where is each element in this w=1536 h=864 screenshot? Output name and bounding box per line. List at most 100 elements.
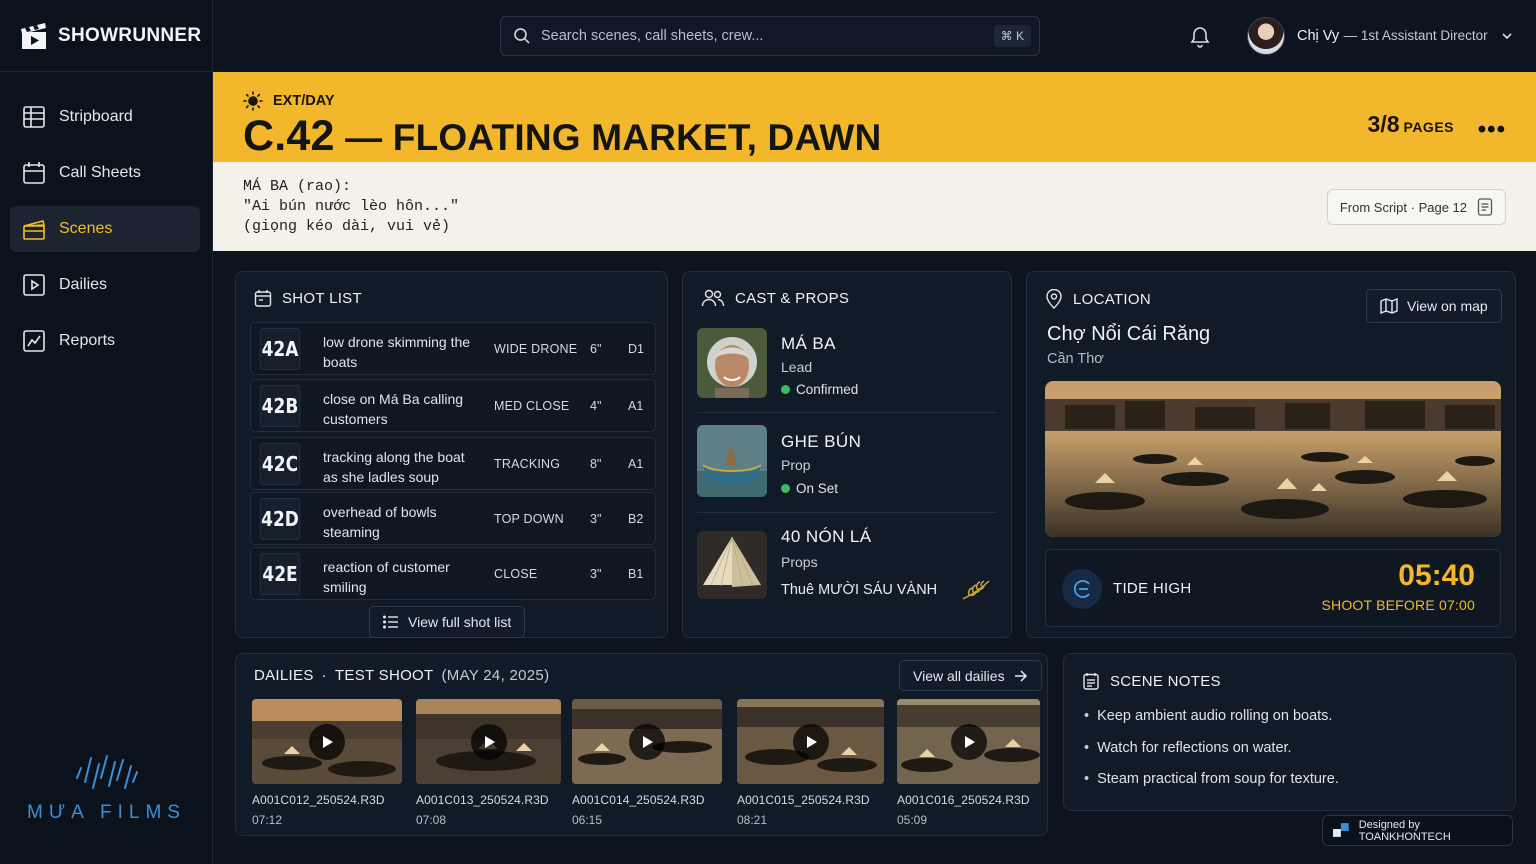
user-name: Chị Vy xyxy=(1297,28,1340,44)
prop-photo xyxy=(697,425,767,497)
wheat-icon xyxy=(962,580,990,600)
nav-item-scenes[interactable]: Scenes xyxy=(10,206,200,252)
cast-props-header: CAST & PROPS xyxy=(701,289,849,307)
map-pin-icon xyxy=(1046,289,1062,309)
play-icon[interactable] xyxy=(470,723,507,760)
clapperboard-logo-icon xyxy=(21,22,46,49)
scene-number: C.42 xyxy=(243,112,335,160)
panel-title: SCENE NOTES xyxy=(1110,672,1221,690)
divider xyxy=(697,412,997,413)
view-full-shot-list-button[interactable]: View full shot list xyxy=(369,606,526,638)
brand-mark-icon xyxy=(1333,822,1349,837)
user-role: — 1st Assistant Director xyxy=(1343,28,1488,43)
daily-clip[interactable]: A001C016_250524.R3D 05:09 xyxy=(897,699,1040,827)
daily-clip[interactable]: A001C015_250524.R3D 08:21 xyxy=(737,699,884,827)
from-script-button[interactable]: From Script · Page 12 xyxy=(1326,189,1506,225)
button-label: View on map xyxy=(1407,298,1488,314)
play-icon[interactable] xyxy=(792,723,829,760)
table-row[interactable]: 42A low drone skimming the boats WIDE DR… xyxy=(250,322,656,375)
nav-label: Scenes xyxy=(59,220,113,237)
shot-type: TOP DOWN xyxy=(494,512,564,526)
sidebar: SHOWRUNNER Stripboard Call Sheets Scenes… xyxy=(0,0,213,864)
list-item[interactable]: 40 NÓN LÁ Props Thuê MƯỜI SÁU VÀNH xyxy=(697,527,997,600)
app-logo[interactable]: SHOWRUNNER xyxy=(0,0,212,72)
daily-clip[interactable]: A001C012_250524.R3D 07:12 xyxy=(252,699,402,827)
clip-duration: 05:09 xyxy=(897,813,928,827)
shot-description: reaction of customer smiling xyxy=(323,559,450,595)
cast-photo xyxy=(697,328,767,398)
people-icon xyxy=(701,289,725,307)
daily-clip[interactable]: A001C014_250524.R3D 06:15 xyxy=(572,699,722,827)
location-name: Chợ Nổi Cái Răng xyxy=(1047,323,1211,345)
list-item[interactable]: MÁ BA Lead Confirmed xyxy=(697,328,997,398)
more-options-icon[interactable]: ••• xyxy=(1478,116,1506,144)
table-row[interactable]: 42E reaction of customer smiling CLOSE 3… xyxy=(250,547,656,600)
play-icon[interactable] xyxy=(629,723,665,760)
status-badge: On Set xyxy=(781,481,838,496)
view-on-map-button[interactable]: View on map xyxy=(1366,289,1502,323)
shot-description: close on Má Ba calling customers xyxy=(323,391,464,427)
panel-title: CAST & PROPS xyxy=(735,289,850,307)
panel-title: DAILIES xyxy=(254,667,314,684)
prop-name: 40 NÓN LÁ xyxy=(781,527,872,546)
shot-list-header: SHOT LIST xyxy=(254,289,362,307)
tide-icon xyxy=(1062,569,1102,609)
dailies-header: DAILIES · TEST SHOOT (MAY 24, 2025) xyxy=(254,667,549,684)
designer-credit[interactable]: Designed by TOANKHONTECH xyxy=(1322,815,1513,846)
stripboard-icon xyxy=(23,106,45,128)
list-item[interactable]: GHE BÚN Prop On Set xyxy=(697,425,997,497)
nav-label: Reports xyxy=(59,332,116,349)
divider xyxy=(697,512,997,513)
clip-duration: 07:08 xyxy=(416,813,447,827)
calendar-icon xyxy=(23,162,45,184)
search-input[interactable] xyxy=(541,28,981,44)
shot-list-panel: SHOT LIST 42A low drone skimming the boa… xyxy=(235,271,668,638)
table-row[interactable]: 42B close on Má Ba calling customers MED… xyxy=(250,379,656,432)
calendar-icon xyxy=(254,290,272,307)
header-separator: · xyxy=(321,667,327,684)
ext-day-label: EXT/DAY xyxy=(273,93,335,109)
scene-header: EXT/DAY C.42 — FLOATING MARKET, DAWN 3/8… xyxy=(213,72,1536,162)
view-all-dailies-button[interactable]: View all dailies xyxy=(899,660,1042,691)
tide-time: 05:40 xyxy=(1398,559,1475,592)
chevron-down-icon xyxy=(1502,33,1512,40)
shot-setup: B2 xyxy=(628,512,644,526)
play-icon[interactable] xyxy=(309,723,345,760)
top-bar: ⌘ K Chị Vy — 1st Assistant Director xyxy=(213,0,1536,72)
script-line: "Ai bún nước lèo hôn..." xyxy=(243,198,460,215)
dailies-panel: DAILIES · TEST SHOOT (MAY 24, 2025) View… xyxy=(235,653,1048,836)
scene-name: — FLOATING MARKET, DAWN xyxy=(345,117,882,158)
nav-item-stripboard[interactable]: Stripboard xyxy=(10,94,200,140)
page-count-label: PAGES xyxy=(1403,119,1454,135)
shot-length: 4" xyxy=(590,399,602,413)
shot-length: 3" xyxy=(590,512,602,526)
search-bar[interactable]: ⌘ K xyxy=(500,16,1040,56)
cast-role: Lead xyxy=(781,359,813,375)
clip-duration: 08:21 xyxy=(737,813,768,827)
panel-title: LOCATION xyxy=(1073,290,1151,308)
tide-note: SHOOT BEFORE 07:00 xyxy=(1321,597,1475,613)
shot-setup: A1 xyxy=(628,399,644,413)
nav-item-reports[interactable]: Reports xyxy=(10,318,200,364)
dailies-date: (MAY 24, 2025) xyxy=(441,667,550,684)
table-row[interactable]: 42C tracking along the boat as she ladle… xyxy=(250,437,656,490)
shot-type: MED CLOSE xyxy=(494,399,570,413)
dailies-subtitle: TEST SHOOT xyxy=(334,667,434,684)
status-label: On Set xyxy=(796,481,839,496)
shot-type: TRACKING xyxy=(494,457,561,471)
user-menu[interactable]: Chị Vy — 1st Assistant Director xyxy=(1247,17,1514,55)
clip-duration: 06:15 xyxy=(572,813,603,827)
nav-item-call-sheets[interactable]: Call Sheets xyxy=(10,150,200,196)
daily-clip[interactable]: A001C013_250524.R3D 07:08 xyxy=(416,699,561,827)
cast-props-panel: CAST & PROPS MÁ BA Lead Confirmed GHE BÚ… xyxy=(682,271,1012,638)
bell-icon[interactable] xyxy=(1188,24,1212,48)
table-row[interactable]: 42D overhead of bowls steaming TOP DOWN … xyxy=(250,492,656,545)
page-title: C.42 — FLOATING MARKET, DAWN xyxy=(243,112,881,161)
nav-item-dailies[interactable]: Dailies xyxy=(10,262,200,308)
note-item: Watch for reflections on water. xyxy=(1084,740,1292,756)
prop-role: Props xyxy=(781,554,818,570)
status-dot xyxy=(781,385,790,394)
app-name: SHOWRUNNER xyxy=(58,24,202,46)
play-icon[interactable] xyxy=(950,723,987,760)
page-count-value: 3/8 xyxy=(1367,111,1400,137)
